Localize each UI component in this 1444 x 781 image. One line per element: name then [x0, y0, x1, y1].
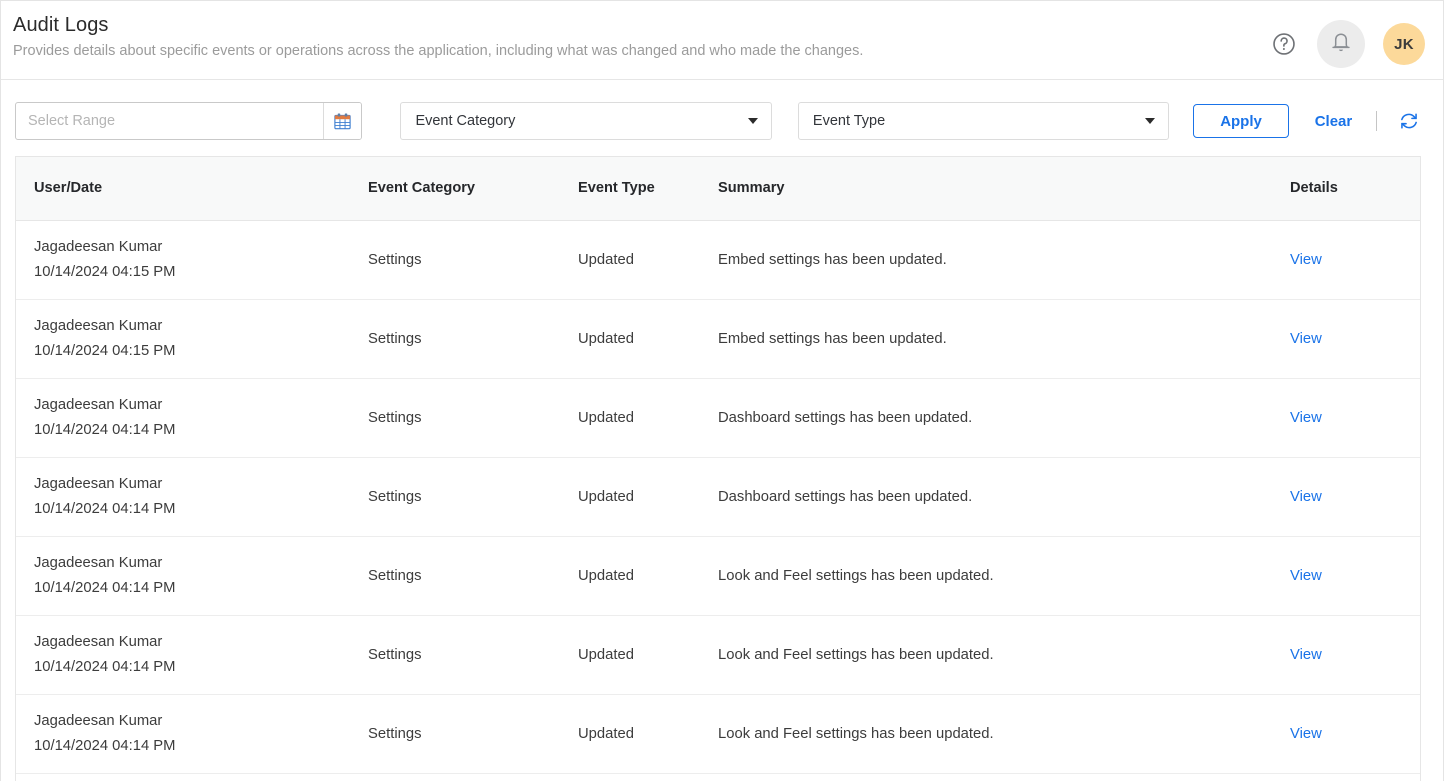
calendar-icon[interactable]	[323, 103, 361, 139]
table-row: Jagadeesan Kumar 10/14/2024 04:14 PMSetti…	[16, 615, 1420, 694]
table-head: User/Date Event Category Event Type Summ…	[16, 157, 1420, 220]
date-range-field[interactable]	[15, 102, 362, 140]
cell-event-category: Settings	[368, 378, 578, 457]
table-row: Jagadeesan Kumar 10/14/2024 04:14 PMSetti…	[16, 536, 1420, 615]
table-row: Jagadeesan Kumar 10/14/2024 04:15 PMSetti…	[16, 299, 1420, 378]
user-name: Jagadeesan Kumar	[34, 395, 368, 416]
cell-details: View	[1290, 378, 1420, 457]
table-body: Jagadeesan Kumar10/14/2024 04:15 PMSetti…	[16, 220, 1420, 773]
chevron-down-icon	[1145, 118, 1155, 124]
cell-details: View	[1290, 694, 1420, 773]
cell-event-category: Settings	[368, 536, 578, 615]
table-row: Jagadeesan Kumar 10/14/2024 04:14 PMSetti…	[16, 694, 1420, 773]
view-details-link[interactable]: View	[1290, 252, 1322, 268]
user-date: 10/14/2024 04:14 PM	[34, 736, 368, 757]
cell-details: View	[1290, 457, 1420, 536]
avatar[interactable]: JK	[1383, 23, 1425, 65]
cell-user-date: Jagadeesan Kumar 10/14/2024 04:14 PM	[16, 694, 368, 773]
clear-button[interactable]: Clear	[1307, 113, 1361, 130]
cell-summary: Embed settings has been updated.	[718, 220, 1290, 299]
cell-event-category: Settings	[368, 457, 578, 536]
cell-event-category: Settings	[368, 694, 578, 773]
apply-button[interactable]: Apply	[1193, 104, 1288, 138]
divider	[1376, 111, 1377, 131]
event-type-select[interactable]: Event Type	[798, 102, 1169, 140]
view-details-link[interactable]: View	[1290, 726, 1322, 742]
cell-event-category: Settings	[368, 220, 578, 299]
cell-user-date: Jagadeesan Kumar 10/14/2024 04:15 PM	[16, 220, 368, 299]
notifications-button[interactable]	[1317, 20, 1365, 68]
table-row: Jagadeesan Kumar 10/14/2024 04:14 PMSetti…	[16, 457, 1420, 536]
column-header-details: Details	[1290, 157, 1420, 220]
page-header: Audit Logs Provides details about specif…	[1, 1, 1443, 80]
filter-bar: Event Category Event Type Apply Clear	[1, 80, 1443, 156]
date-range-input[interactable]	[16, 103, 323, 139]
cell-summary: Dashboard settings has been updated.	[718, 457, 1290, 536]
user-name: Jagadeesan Kumar	[34, 632, 368, 653]
cell-event-type: Updated	[578, 378, 718, 457]
refresh-icon[interactable]	[1395, 107, 1423, 135]
cell-event-type: Updated	[578, 615, 718, 694]
user-name: Jagadeesan Kumar	[34, 474, 368, 495]
view-details-link[interactable]: View	[1290, 410, 1322, 426]
column-header-user-date: User/Date	[16, 157, 368, 220]
help-circle-icon[interactable]	[1269, 29, 1299, 59]
cell-details: View	[1290, 615, 1420, 694]
user-date: 10/14/2024 04:15 PM	[34, 262, 368, 283]
view-details-link[interactable]: View	[1290, 489, 1322, 505]
table-header-row: User/Date Event Category Event Type Summ…	[16, 157, 1420, 220]
user-name: Jagadeesan Kumar	[34, 711, 368, 732]
header-actions: JK	[1269, 12, 1425, 68]
page-subtitle: Provides details about specific events o…	[13, 41, 1269, 61]
cell-user-date: Jagadeesan Kumar 10/14/2024 04:14 PM	[16, 457, 368, 536]
user-date: 10/14/2024 04:14 PM	[34, 657, 368, 678]
audit-logs-page: Audit Logs Provides details about specif…	[0, 0, 1444, 781]
cell-summary: Embed settings has been updated.	[718, 299, 1290, 378]
cell-user-date: Jagadeesan Kumar 10/14/2024 04:14 PM	[16, 378, 368, 457]
event-type-value: Event Type	[813, 113, 885, 129]
user-date: 10/14/2024 04:15 PM	[34, 341, 368, 362]
cell-user-date: Jagadeesan Kumar 10/14/2024 04:14 PM	[16, 615, 368, 694]
cell-event-type: Updated	[578, 220, 718, 299]
view-details-link[interactable]: View	[1290, 331, 1322, 347]
table-row: Jagadeesan Kumar 10/14/2024 04:14 PMSetti…	[16, 378, 1420, 457]
table-row: Jagadeesan Kumar 10/14/2024 04:15 PMSetti…	[16, 220, 1420, 299]
user-name: Jagadeesan Kumar	[34, 553, 368, 574]
cell-summary: Dashboard settings has been updated.	[718, 378, 1290, 457]
bell-icon	[1329, 31, 1353, 57]
cell-details: View	[1290, 220, 1420, 299]
view-details-link[interactable]: View	[1290, 568, 1322, 584]
user-date: 10/14/2024 04:14 PM	[34, 499, 368, 520]
cell-event-category: Settings	[368, 299, 578, 378]
cell-summary: Look and Feel settings has been updated.	[718, 694, 1290, 773]
header-titles: Audit Logs Provides details about specif…	[13, 12, 1269, 61]
cell-event-type: Updated	[578, 457, 718, 536]
cell-summary: Look and Feel settings has been updated.	[718, 615, 1290, 694]
audit-logs-table-container: User/Date Event Category Event Type Summ…	[15, 156, 1421, 781]
column-header-event-type: Event Type	[578, 157, 718, 220]
cell-event-category: Settings	[368, 615, 578, 694]
column-header-event-category: Event Category	[368, 157, 578, 220]
cell-event-type: Updated	[578, 299, 718, 378]
user-date: 10/14/2024 04:14 PM	[34, 578, 368, 599]
event-category-value: Event Category	[415, 113, 515, 129]
cell-details: View	[1290, 299, 1420, 378]
user-date: 10/14/2024 04:14 PM	[34, 420, 368, 441]
user-name: Jagadeesan Kumar	[34, 237, 368, 258]
chevron-down-icon	[748, 118, 758, 124]
event-category-select[interactable]: Event Category	[400, 102, 771, 140]
cell-event-type: Updated	[578, 536, 718, 615]
user-name: Jagadeesan Kumar	[34, 316, 368, 337]
audit-logs-table: User/Date Event Category Event Type Summ…	[16, 157, 1420, 774]
cell-user-date: Jagadeesan Kumar 10/14/2024 04:14 PM	[16, 536, 368, 615]
view-details-link[interactable]: View	[1290, 647, 1322, 663]
page-title: Audit Logs	[13, 12, 1269, 38]
cell-details: View	[1290, 536, 1420, 615]
column-header-summary: Summary	[718, 157, 1290, 220]
cell-summary: Look and Feel settings has been updated.	[718, 536, 1290, 615]
cell-event-type: Updated	[578, 694, 718, 773]
cell-user-date: Jagadeesan Kumar 10/14/2024 04:15 PM	[16, 299, 368, 378]
